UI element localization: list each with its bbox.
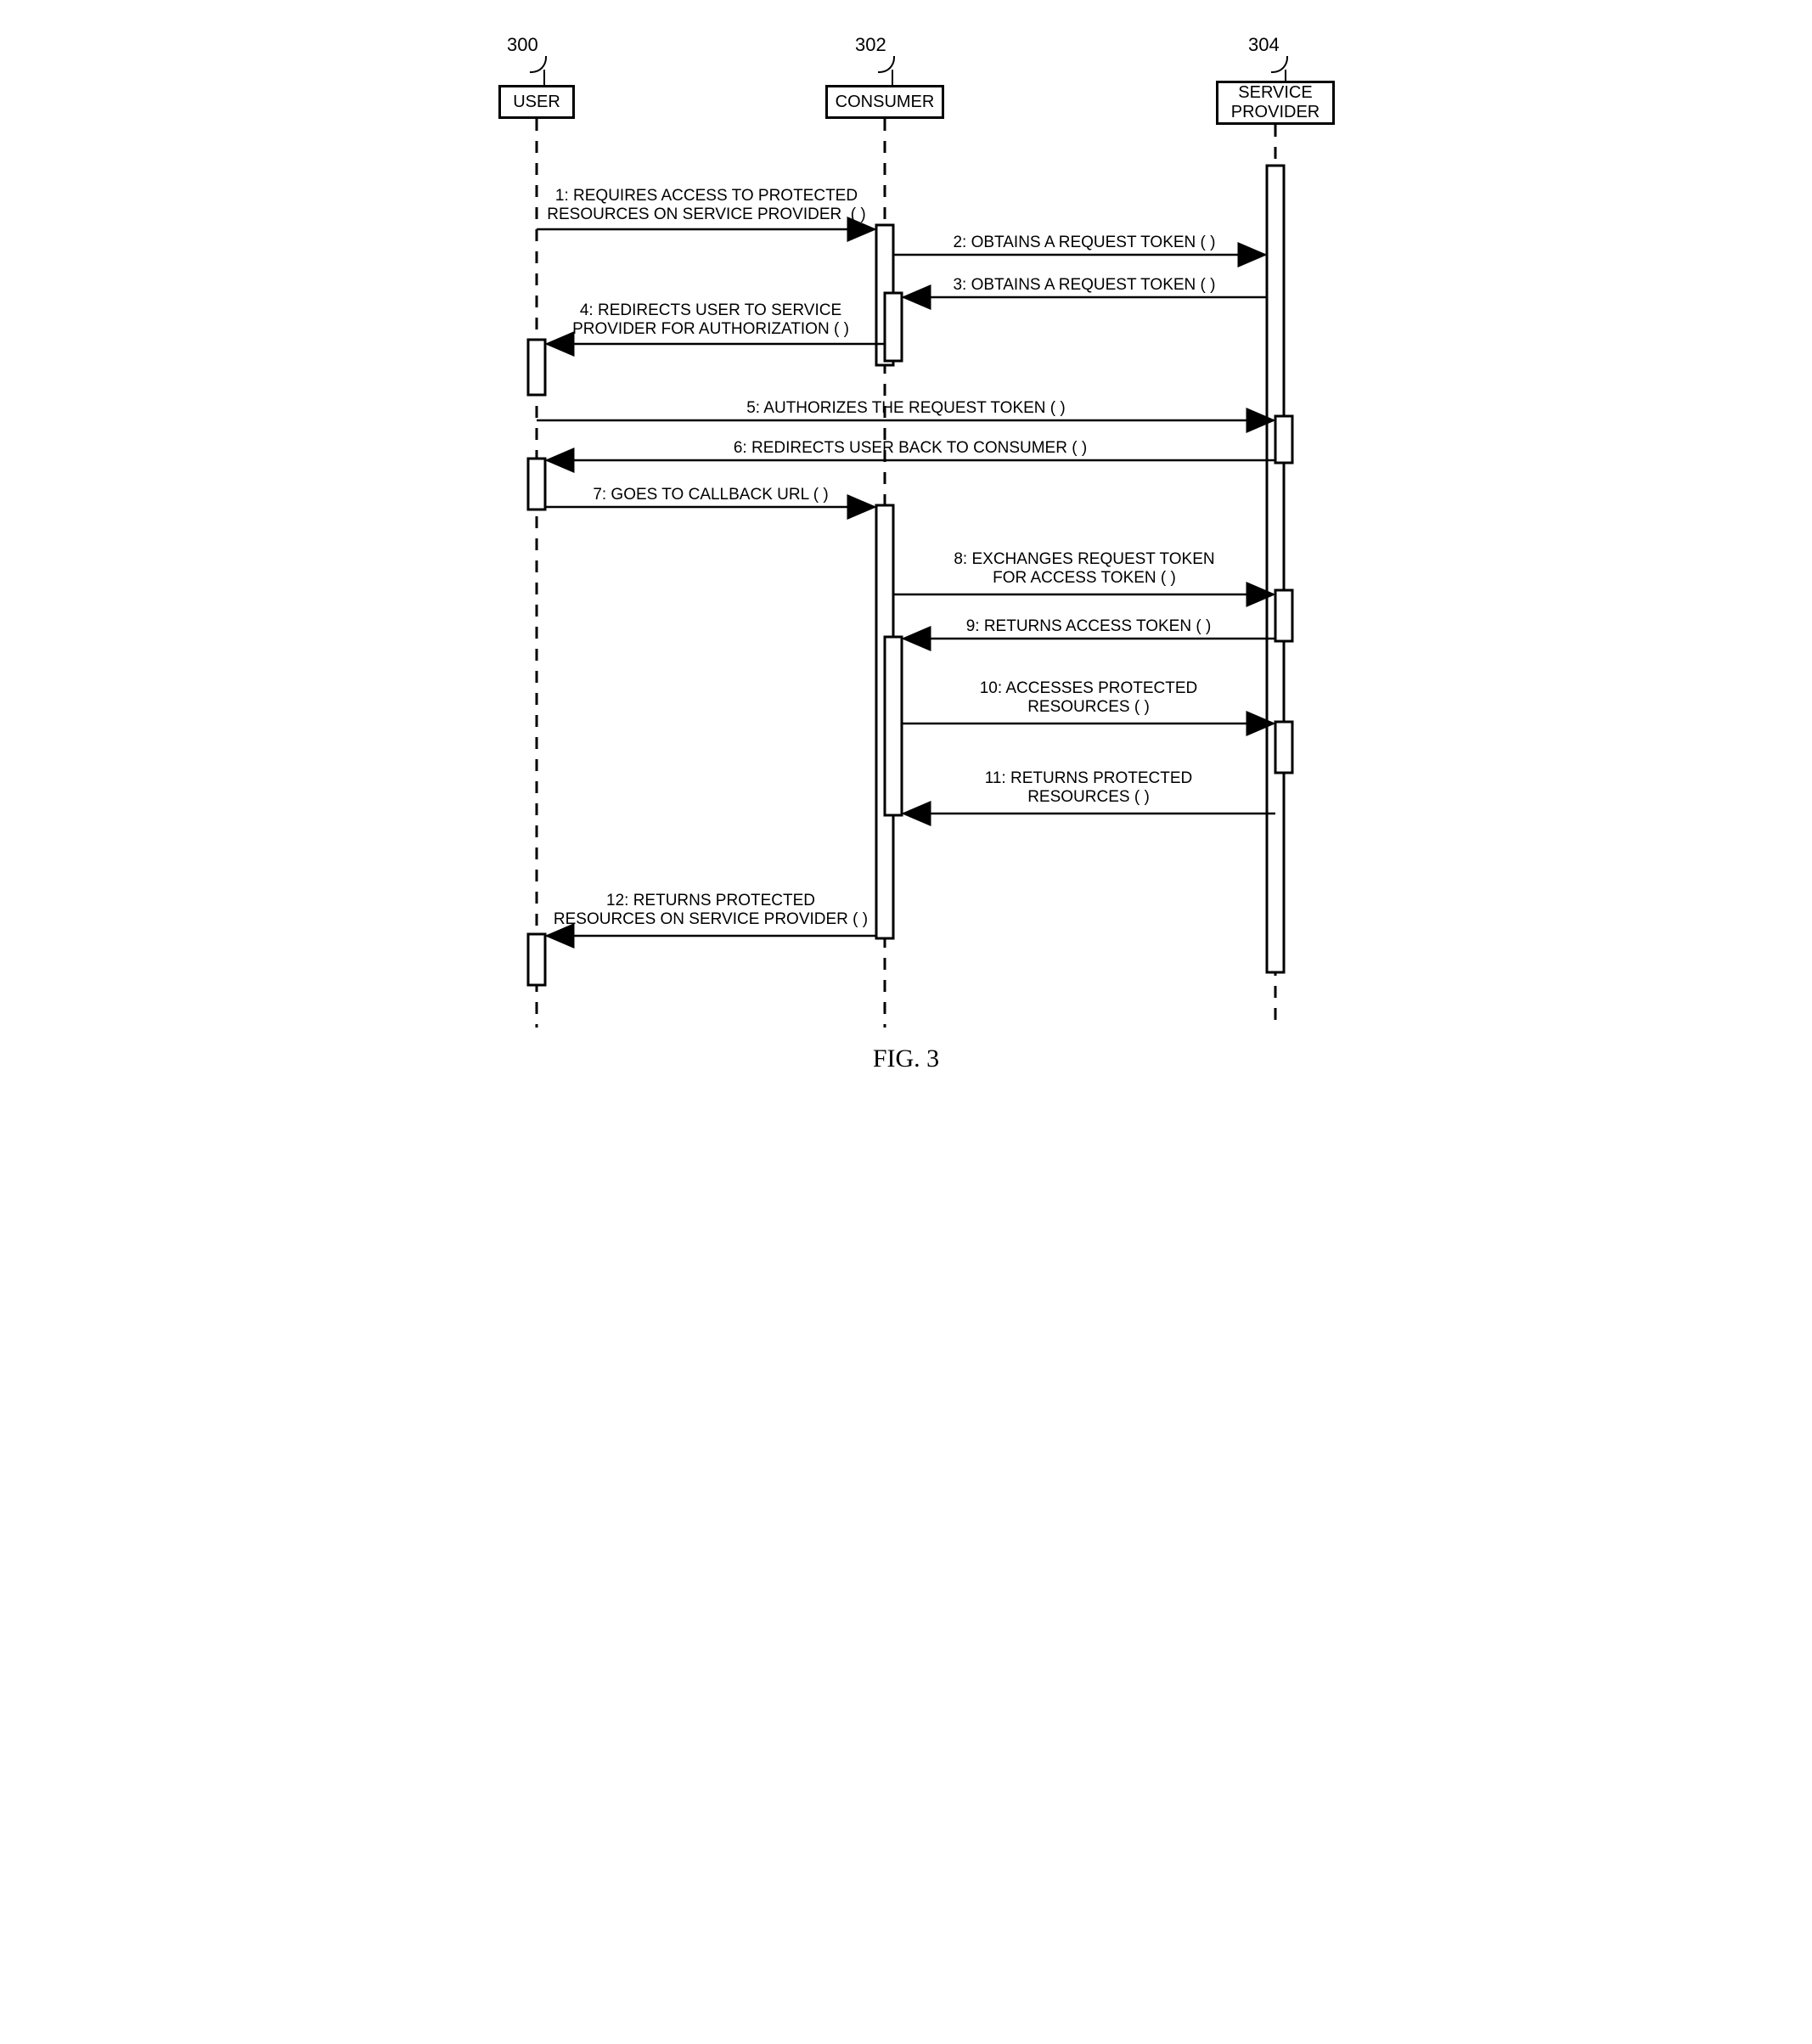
msg-6: 6: REDIRECTS USER BACK TO CONSUMER ( ) bbox=[545, 439, 1275, 458]
msg-8: 8: EXCHANGES REQUEST TOKEN FOR ACCESS TO… bbox=[902, 550, 1267, 588]
msg-2: 2: OBTAINS A REQUEST TOKEN ( ) bbox=[902, 234, 1267, 252]
msg-10: 10: ACCESSES PROTECTED RESOURCES ( ) bbox=[906, 679, 1271, 717]
msg-12: 12: RETURNS PROTECTED RESOURCES ON SERVI… bbox=[545, 892, 876, 929]
msg-9: 9: RETURNS ACCESS TOKEN ( ) bbox=[906, 617, 1271, 636]
msg-3: 3: OBTAINS A REQUEST TOKEN ( ) bbox=[902, 276, 1267, 295]
msg-7: 7: GOES TO CALLBACK URL ( ) bbox=[549, 486, 872, 504]
figure-caption: FIG. 3 bbox=[460, 1045, 1352, 1073]
msg-1: 1: REQUIRES ACCESS TO PROTECTED RESOURCE… bbox=[545, 187, 868, 224]
msg-5: 5: AUTHORIZES THE REQUEST TOKEN ( ) bbox=[541, 399, 1271, 418]
msg-4: 4: REDIRECTS USER TO SERVICE PROVIDER FO… bbox=[549, 301, 872, 339]
sequence-diagram: 300 302 304 USER CONSUMER SERVICE PROVID… bbox=[460, 34, 1352, 1095]
msg-11: 11: RETURNS PROTECTED RESOURCES ( ) bbox=[906, 769, 1271, 807]
